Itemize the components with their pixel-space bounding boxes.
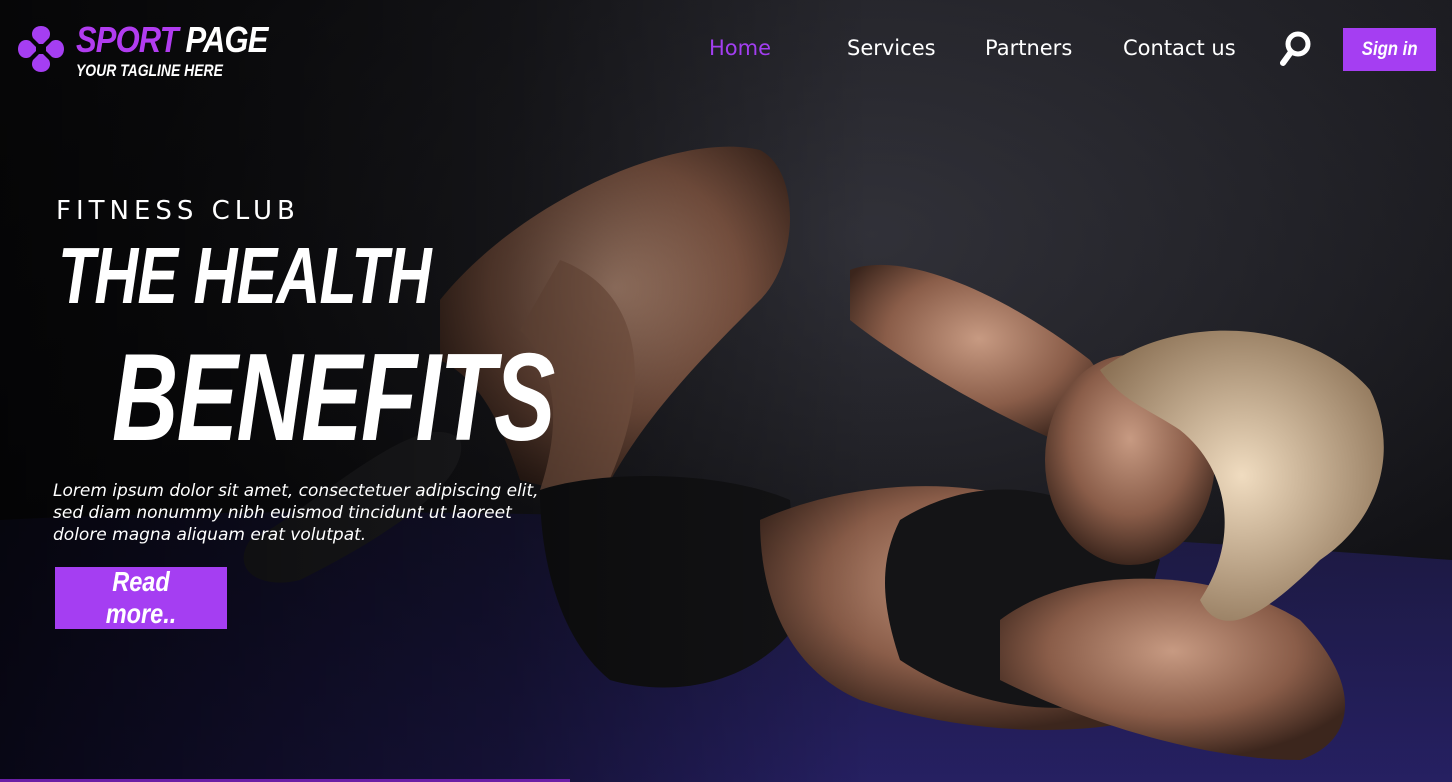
nav-contact[interactable]: Contact us bbox=[1123, 36, 1236, 60]
hero-section: SPORT PAGE YOUR TAGLINE HERE Home Servic… bbox=[0, 0, 1452, 782]
hero-headline-line2: BENEFITS bbox=[112, 329, 555, 467]
search-button[interactable] bbox=[1278, 30, 1314, 70]
main-nav: Home Services Partners Contact us bbox=[0, 36, 1452, 66]
read-more-label: Read more.. bbox=[105, 566, 177, 629]
nav-home[interactable]: Home bbox=[709, 36, 771, 60]
nav-services[interactable]: Services bbox=[847, 36, 936, 60]
hero-kicker: FITNESS CLUB bbox=[56, 196, 300, 226]
sign-in-label: Sign in bbox=[1361, 38, 1418, 60]
read-more-button[interactable]: Read more.. bbox=[55, 566, 227, 629]
search-icon bbox=[1280, 31, 1311, 66]
hero-headline-line1: THE HEALTH bbox=[58, 231, 432, 320]
hero-body-text: Lorem ipsum dolor sit amet, consectetuer… bbox=[53, 481, 539, 545]
sign-in-button[interactable]: Sign in bbox=[1343, 28, 1436, 71]
nav-partners[interactable]: Partners bbox=[985, 36, 1072, 60]
